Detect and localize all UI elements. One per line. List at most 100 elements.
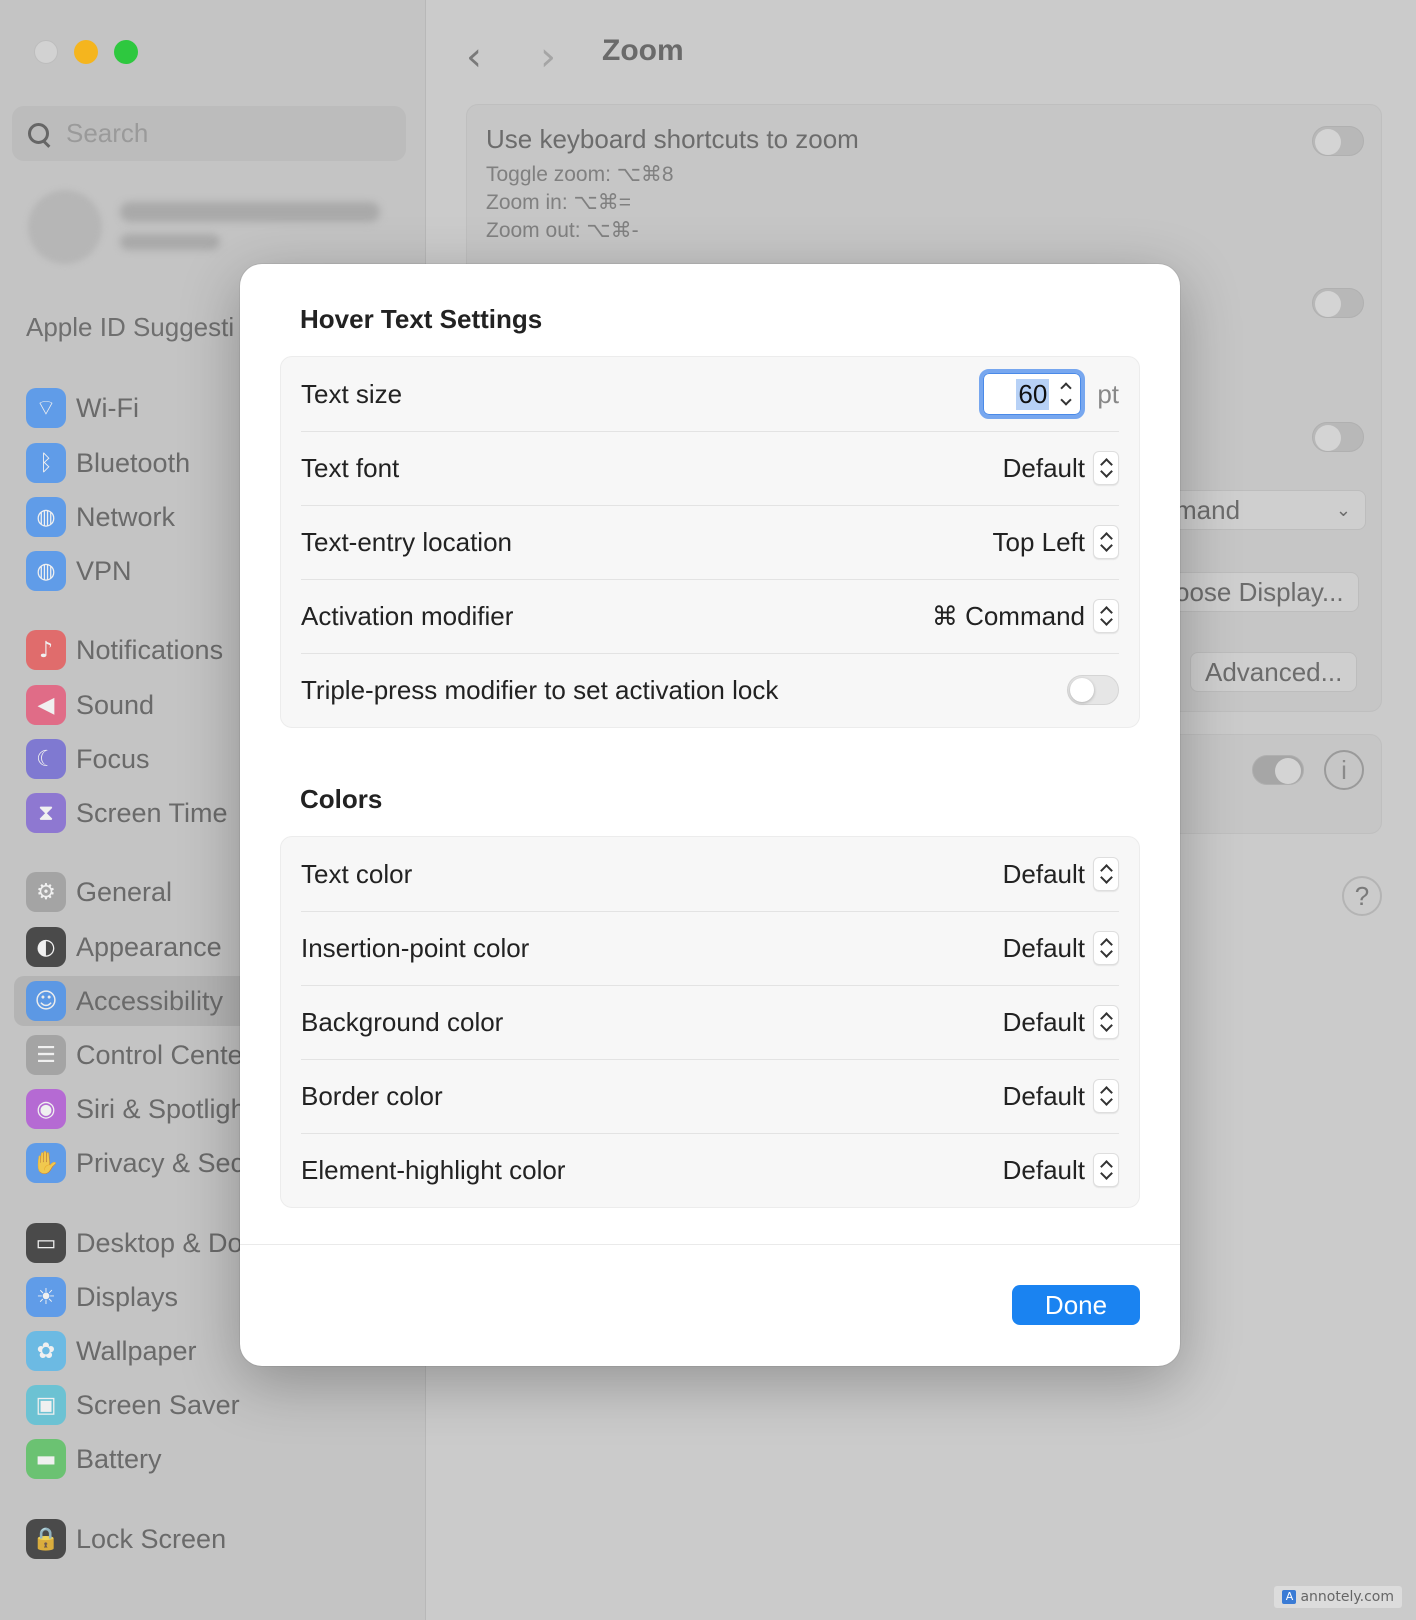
insertion-point-color-row: Insertion-point color Default — [281, 911, 1139, 985]
sidebar-item-screen-saver[interactable]: ▣ Screen Saver — [14, 1380, 412, 1430]
globe-icon: ◍ — [26, 497, 66, 537]
hand-icon: ✋ — [26, 1143, 66, 1183]
vpn-globe-icon: ◍ — [26, 551, 66, 591]
info-button[interactable]: i — [1324, 750, 1364, 790]
element-highlight-color-row: Element-highlight color Default — [281, 1133, 1139, 1207]
battery-icon: ▬ — [26, 1439, 66, 1479]
zoom-window-button[interactable] — [114, 40, 138, 64]
minimize-window-button[interactable] — [74, 40, 98, 64]
flower-icon: ✿ — [26, 1331, 66, 1371]
element-highlight-color-value: Default — [1002, 1154, 1085, 1185]
text-font-label: Text font — [301, 452, 400, 483]
keyboard-shortcuts-label: Use keyboard shortcuts to zoom — [486, 124, 859, 154]
sidebar-item-label: Notifications — [76, 634, 224, 665]
text-entry-location-label: Text-entry location — [301, 526, 512, 557]
annotely-logo-icon: A — [1282, 1590, 1297, 1604]
lock-icon: 🔒 — [26, 1519, 66, 1559]
keyboard-shortcuts-toggle[interactable] — [1312, 126, 1364, 156]
sun-icon: ☀ — [26, 1277, 66, 1317]
text-entry-location-row: Text-entry location Top Left — [281, 505, 1139, 579]
footer-divider — [240, 1244, 1180, 1245]
apple-id-suggestions[interactable]: Apple ID Suggesti — [26, 312, 234, 343]
activation-modifier-popup[interactable]: ⌘ Command — [932, 599, 1119, 633]
text-size-stepper-icon[interactable] — [1057, 379, 1075, 409]
wifi-icon: ⌔ — [26, 388, 66, 428]
sidebar-item-label: VPN — [76, 555, 132, 586]
screensaver-icon: ▣ — [26, 1385, 66, 1425]
search-field[interactable] — [12, 106, 406, 161]
window-controls — [34, 40, 138, 64]
forward-button[interactable]: › — [540, 34, 556, 80]
redacted-name — [120, 202, 380, 222]
modifier-select-value: mand — [1175, 494, 1241, 525]
insertion-point-color-popup[interactable]: Default — [1003, 931, 1119, 965]
bluetooth-icon: ᛒ — [26, 443, 66, 483]
gear-icon: ⚙ — [26, 872, 66, 912]
border-color-value: Default — [1002, 1080, 1085, 1111]
up-down-chevron-icon — [1093, 857, 1119, 891]
help-button[interactable]: ? — [1342, 876, 1382, 916]
done-button[interactable]: Done — [1012, 1285, 1140, 1325]
back-button[interactable]: ‹ — [466, 34, 482, 80]
text-color-value: Default — [1002, 858, 1085, 889]
text-size-value: 60 — [1016, 378, 1050, 410]
triple-press-row: Triple-press modifier to set activation … — [281, 653, 1139, 727]
sidebar-item-label: Sound — [76, 689, 155, 720]
background-color-value: Default — [1002, 1006, 1085, 1037]
triple-press-toggle[interactable] — [1067, 675, 1119, 705]
modifier-select[interactable]: mand ⌄ — [1160, 490, 1366, 530]
sidebar-item-lock-screen[interactable]: 🔒 Lock Screen — [14, 1514, 412, 1564]
sidebar-item-label: Privacy & Sec — [76, 1147, 245, 1178]
watermark: A annotely.com — [1274, 1586, 1402, 1608]
text-color-row: Text color Default — [281, 837, 1139, 911]
text-font-popup[interactable]: Default — [1003, 451, 1119, 485]
text-entry-location-popup[interactable]: Top Left — [992, 525, 1119, 559]
sidebar-item-label: Appearance — [76, 931, 222, 962]
border-color-popup[interactable]: Default — [1003, 1079, 1119, 1113]
activation-modifier-label: Activation modifier — [301, 600, 514, 631]
toggle-zoom-shortcut: Toggle zoom: ⌥⌘8 — [486, 163, 674, 186]
sheet-title: Hover Text Settings — [300, 304, 543, 334]
sidebar-item-label: Wallpaper — [76, 1335, 197, 1366]
text-color-popup[interactable]: Default — [1003, 857, 1119, 891]
hover-text-toggle[interactable] — [1252, 755, 1304, 785]
sidebar-item-label: Screen Time — [76, 797, 228, 828]
zoom-toggle-2[interactable] — [1312, 288, 1364, 318]
sidebar-item-label: Siri & Spotligh — [76, 1093, 246, 1124]
up-down-chevron-icon — [1093, 1153, 1119, 1187]
text-size-unit: pt — [1097, 378, 1119, 409]
advanced-button[interactable]: Advanced... — [1190, 652, 1358, 692]
text-size-field[interactable]: 60 — [979, 369, 1086, 419]
avatar — [28, 190, 102, 264]
sidebar-item-label: Battery — [76, 1443, 162, 1474]
zoom-toggle-3[interactable] — [1312, 422, 1364, 452]
watermark-text: annotely.com — [1300, 1589, 1394, 1605]
insertion-point-color-value: Default — [1002, 932, 1085, 963]
redacted-subtitle — [120, 234, 220, 250]
element-highlight-color-popup[interactable]: Default — [1003, 1153, 1119, 1187]
system-settings-window: Apple ID Suggesti ⌔ Wi-Fi ᛒ Bluetooth ◍ Netwo… — [0, 0, 1416, 1620]
colors-group: Text color Default Insertion-point color De… — [280, 836, 1140, 1208]
apple-id-profile[interactable] — [28, 190, 408, 270]
close-window-button[interactable] — [34, 40, 58, 64]
search-input[interactable] — [66, 118, 366, 149]
insertion-point-color-label: Insertion-point color — [301, 932, 530, 963]
up-down-chevron-icon — [1093, 599, 1119, 633]
text-size-label: Text size — [301, 378, 403, 409]
activation-modifier-row: Activation modifier ⌘ Command — [281, 579, 1139, 653]
zoom-in-shortcut: Zoom in: ⌥⌘= — [486, 191, 631, 214]
background-color-row: Background color Default — [281, 985, 1139, 1059]
sidebar-item-label: Lock Screen — [76, 1523, 227, 1554]
background-color-label: Background color — [301, 1006, 504, 1037]
sidebar-item-label: Control Cente — [76, 1039, 243, 1070]
background-color-popup[interactable]: Default — [1003, 1005, 1119, 1039]
choose-display-button[interactable]: oose Display... — [1160, 572, 1359, 612]
sidebar-item-battery[interactable]: ▬ Battery — [14, 1434, 412, 1484]
up-down-chevron-icon — [1093, 1005, 1119, 1039]
page-title: Zoom — [602, 34, 684, 67]
sidebar-item-label: Wi-Fi — [76, 392, 139, 423]
control-center-icon: ☰ — [26, 1035, 66, 1075]
up-down-chevron-icon — [1093, 1079, 1119, 1113]
sidebar-item-label: General — [76, 876, 173, 907]
zoom-out-shortcut: Zoom out: ⌥⌘- — [486, 219, 639, 242]
